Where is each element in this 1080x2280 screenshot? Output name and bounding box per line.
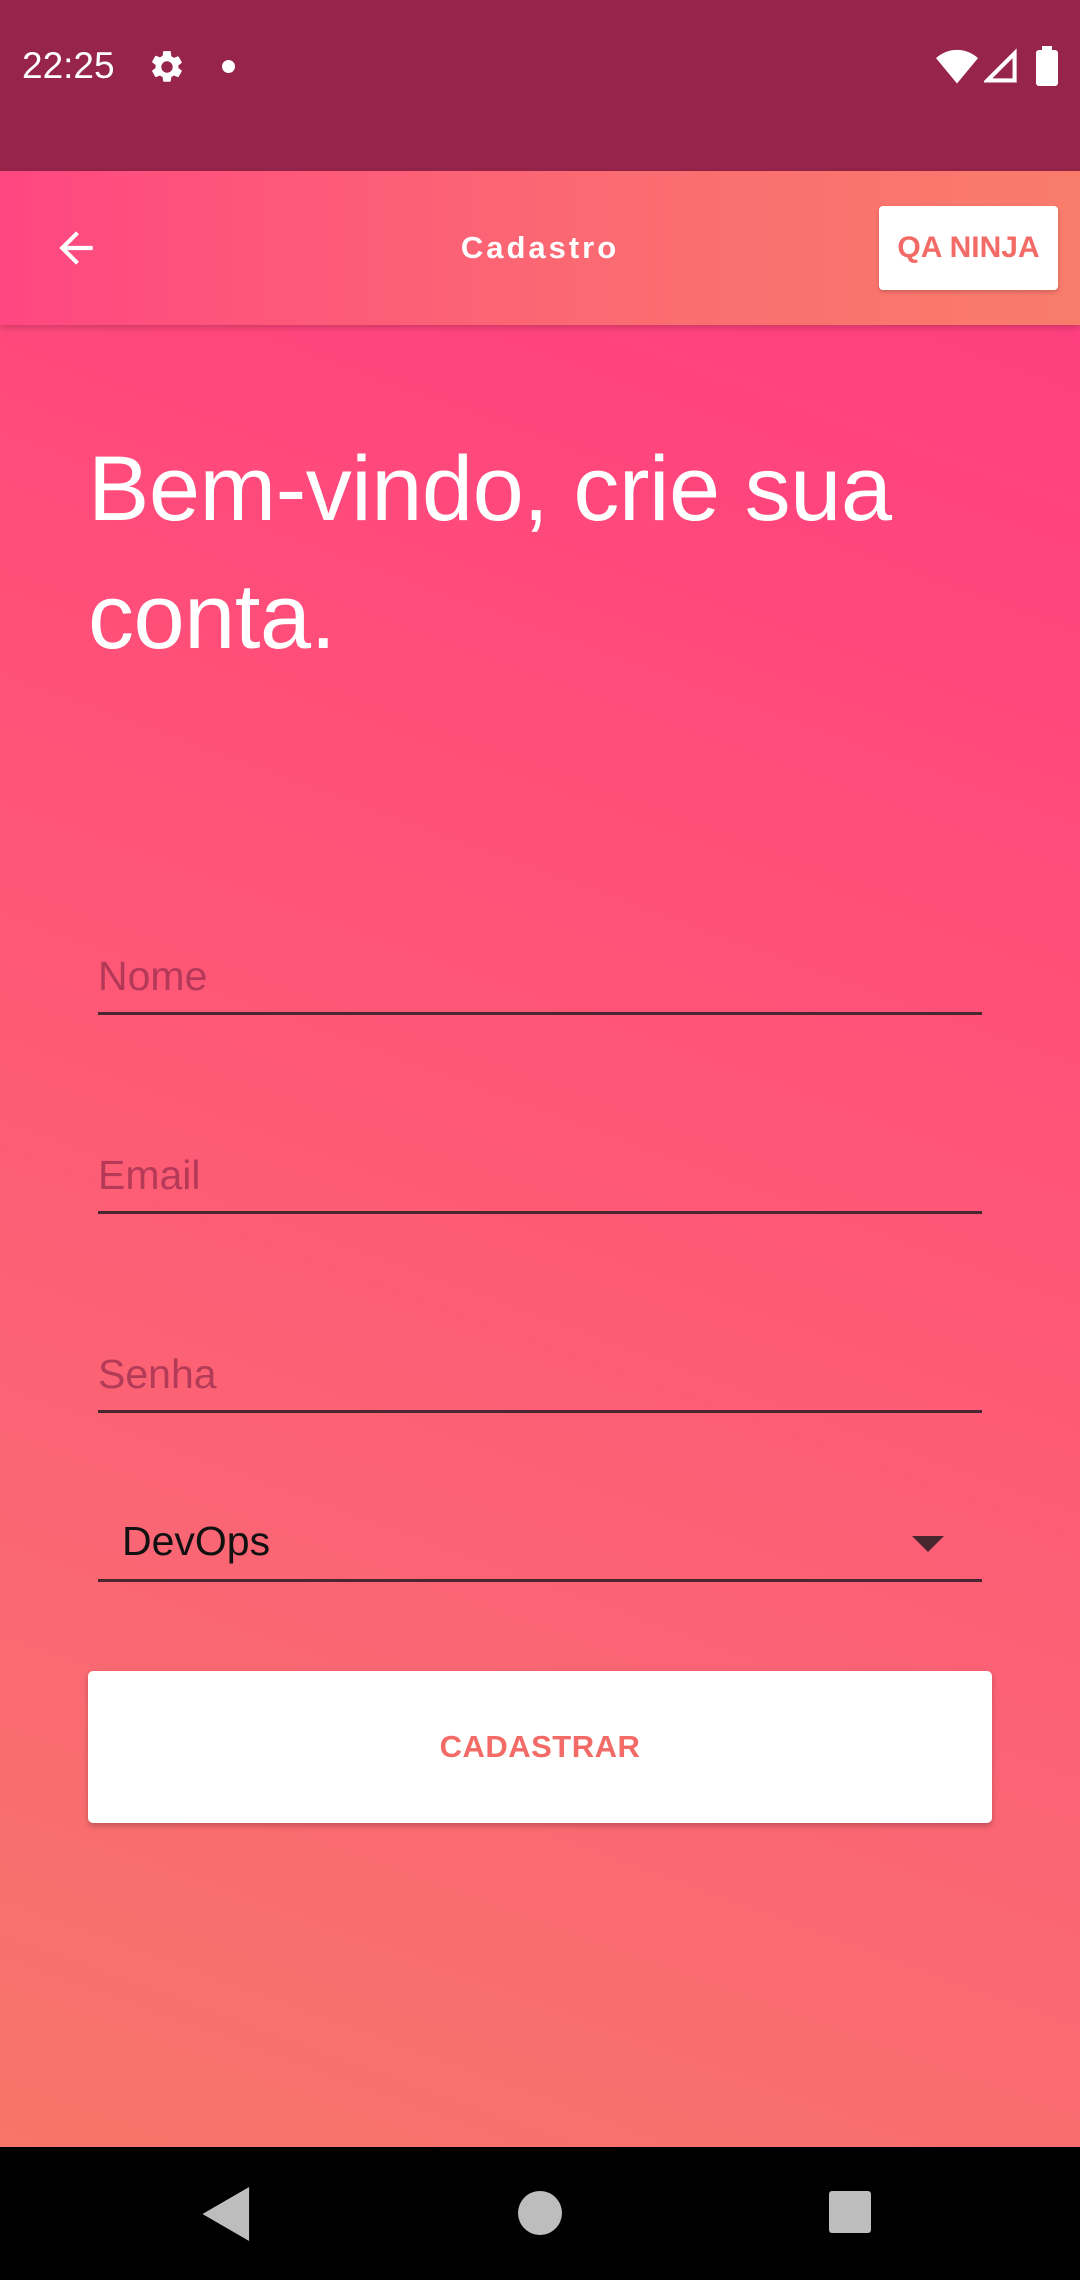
gear-icon xyxy=(152,51,182,82)
screen: 22:25 Cadastro QA NINJA Bem-vindo, crie … xyxy=(0,0,1080,2280)
wifi-icon xyxy=(936,49,978,84)
qa-ninja-button[interactable]: QA NINJA xyxy=(879,206,1058,290)
nav-recents-icon[interactable] xyxy=(829,2191,871,2233)
role-select[interactable]: DevOps xyxy=(98,1510,982,1582)
role-select-value: DevOps xyxy=(122,1518,271,1564)
status-time: 22:25 xyxy=(22,45,115,86)
back-button[interactable] xyxy=(36,208,116,288)
password-input[interactable] xyxy=(98,1351,982,1398)
name-input[interactable] xyxy=(98,953,982,1000)
signal-icon xyxy=(984,48,1017,83)
dropdown-arrow-icon xyxy=(912,1536,944,1552)
notification-dot-icon xyxy=(222,60,235,73)
welcome-headline: Bem-vindo, crie sua conta. xyxy=(88,438,892,668)
nav-back-icon[interactable] xyxy=(202,2187,252,2241)
email-input[interactable] xyxy=(98,1152,982,1199)
navigation-bar xyxy=(0,2147,1080,2280)
status-bar: 22:25 xyxy=(0,0,1080,171)
name-field xyxy=(98,925,982,1015)
submit-button[interactable]: CADASTRAR xyxy=(88,1671,992,1823)
nav-home-icon[interactable] xyxy=(518,2191,562,2235)
password-field xyxy=(98,1323,982,1413)
battery-icon xyxy=(1036,46,1058,86)
arrow-left-icon xyxy=(59,231,93,265)
signup-form: Bem-vindo, crie sua conta. DevOps CADAST… xyxy=(0,325,1080,2147)
email-field xyxy=(98,1124,982,1214)
